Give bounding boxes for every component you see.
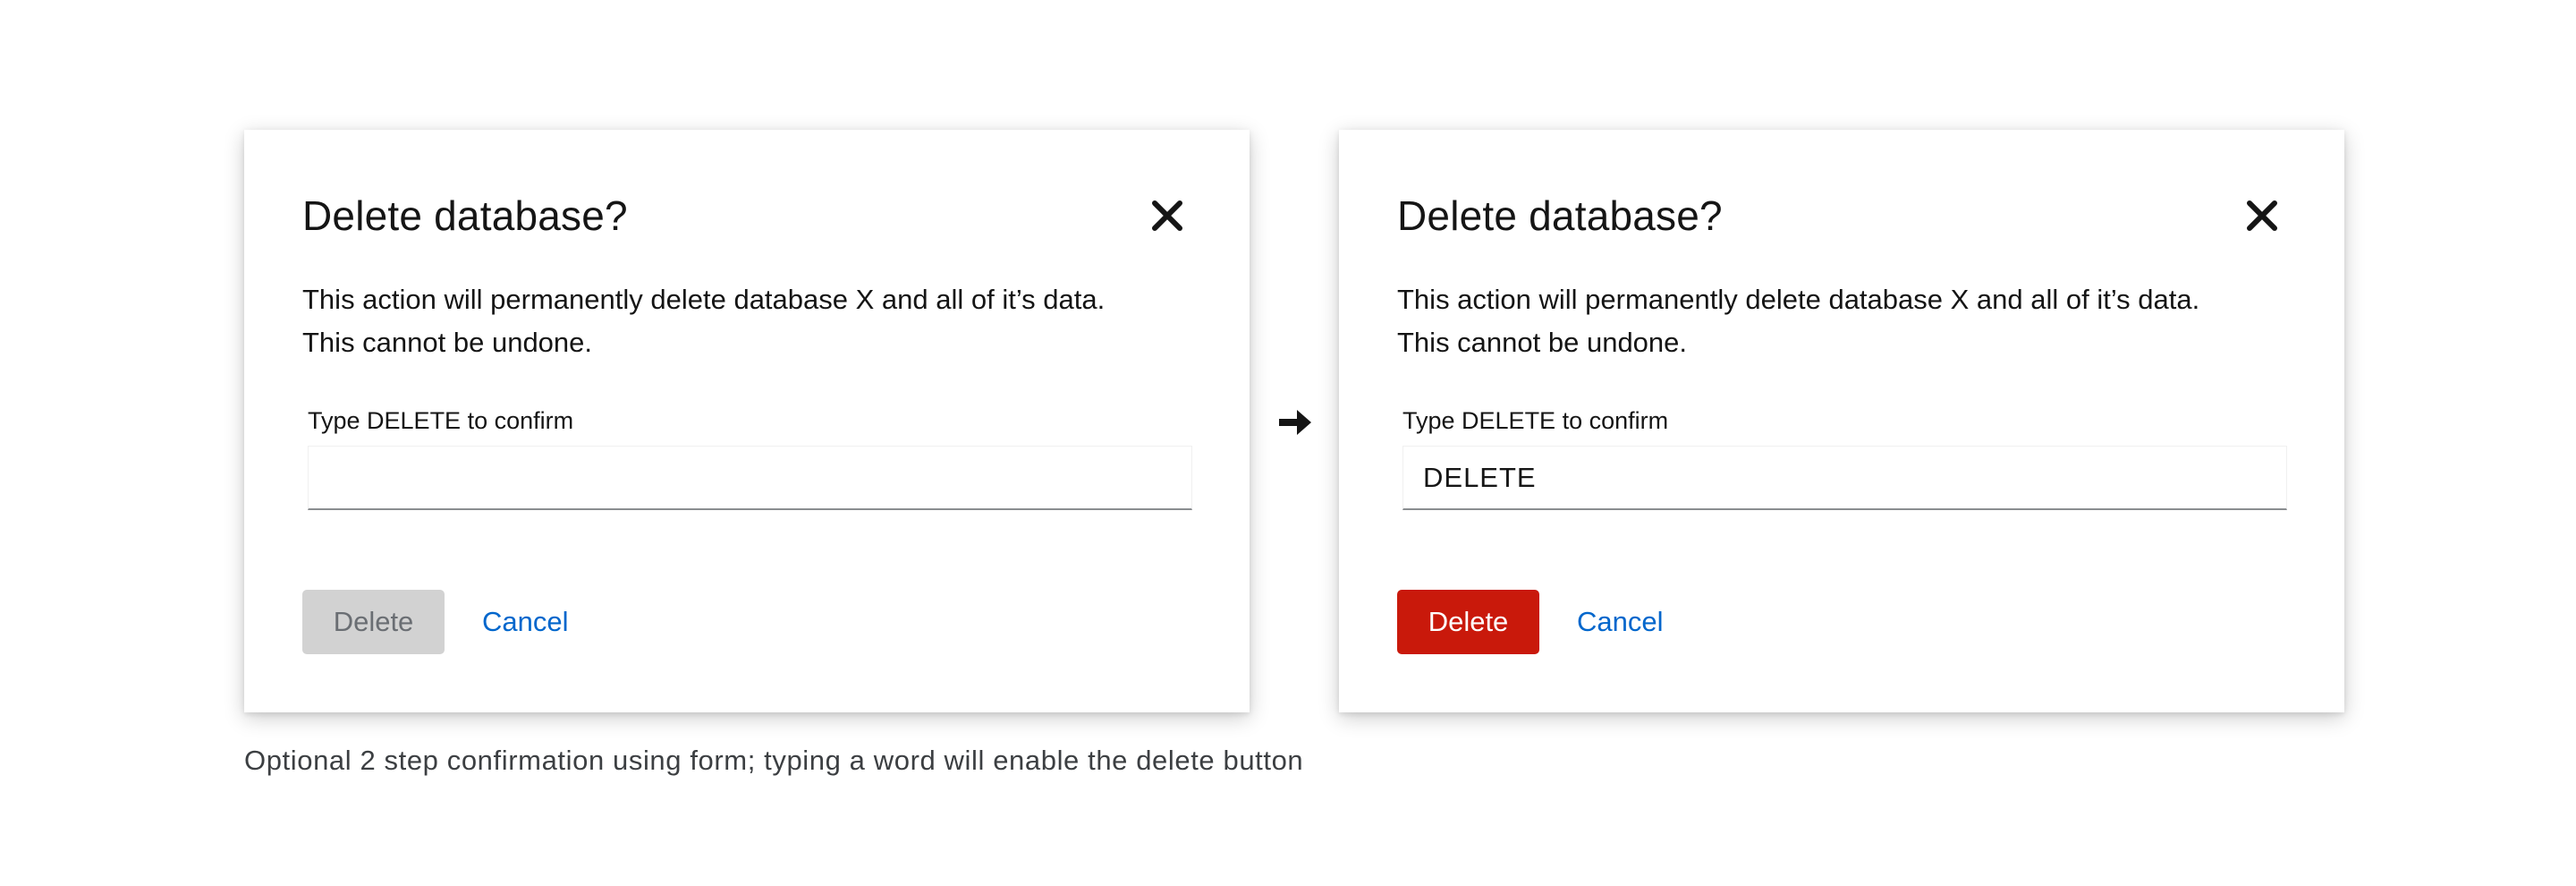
cancel-button[interactable]: Cancel (1577, 590, 1693, 654)
confirm-input[interactable] (308, 446, 1192, 510)
body-text-line-1: This action will permanently delete data… (302, 284, 1106, 315)
delete-button[interactable]: Delete (1397, 590, 1539, 654)
confirm-input[interactable] (1402, 446, 2287, 510)
cancel-button[interactable]: Cancel (482, 590, 598, 654)
caption: Optional 2 step confirmation using form;… (244, 745, 1304, 776)
arrow-right-icon (1279, 410, 1311, 435)
modal-body: This action will permanently delete data… (302, 278, 1197, 364)
body-text-line-2: This cannot be undone. (302, 327, 593, 358)
delete-modal-after: Delete database? This action will perman… (1339, 130, 2344, 712)
body-text-line-2: This cannot be undone. (1397, 327, 1688, 358)
confirm-field-label: Type DELETE to confirm (1402, 407, 1669, 434)
modal-title: Delete database? (1397, 192, 1723, 239)
modal-title: Delete database? (302, 192, 628, 239)
modal-body: This action will permanently delete data… (1397, 278, 2292, 364)
body-text-line-1: This action will permanently delete data… (1397, 284, 2200, 315)
close-icon[interactable] (1149, 198, 1185, 234)
close-icon[interactable] (2244, 198, 2280, 234)
delete-button-disabled: Delete (302, 590, 445, 654)
confirm-field-label: Type DELETE to confirm (308, 407, 574, 434)
delete-modal-before: Delete database? This action will perman… (244, 130, 1250, 712)
